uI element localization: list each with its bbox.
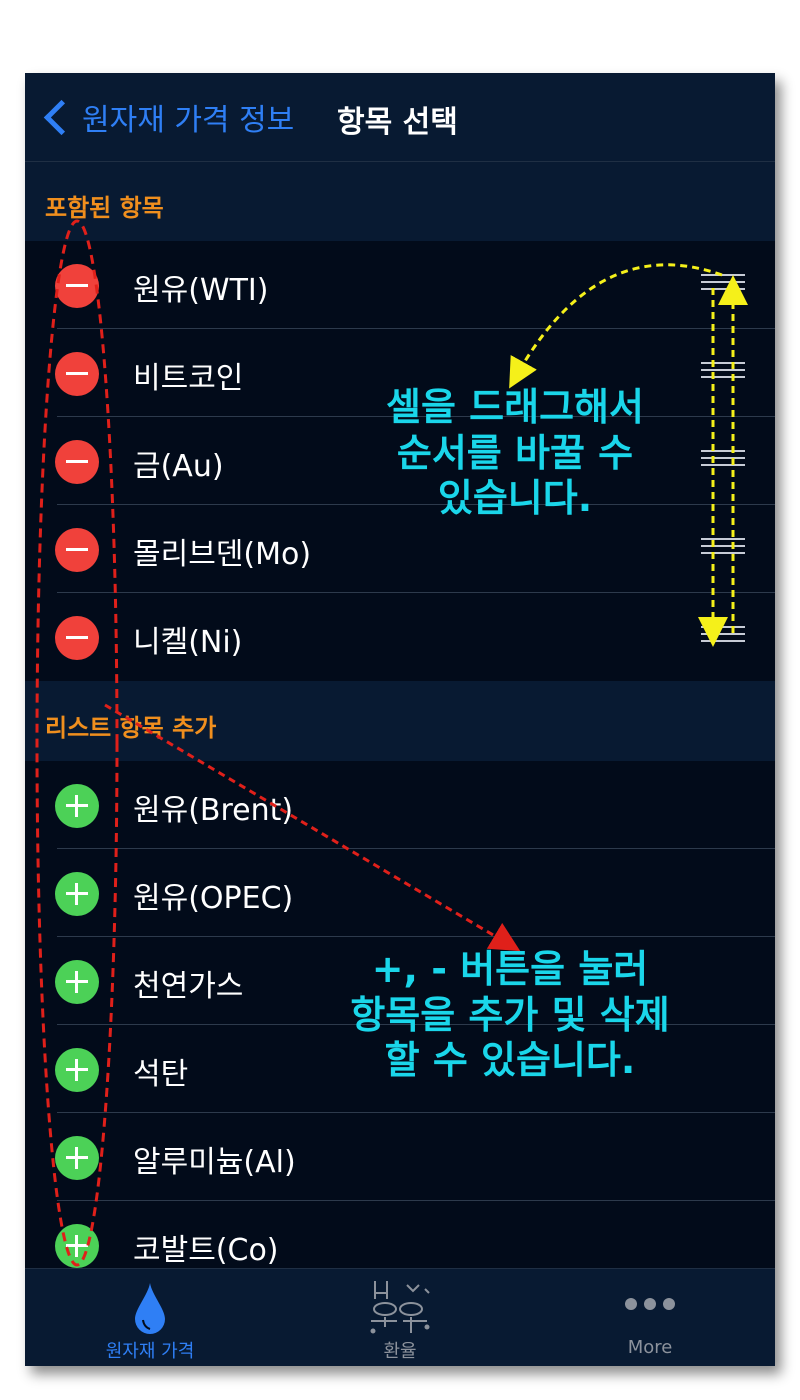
annotation-overlay (35, 219, 748, 1267)
annotation-drag-text: 셀을 드래그해서 순서를 바꿀 수 있습니다. (325, 385, 705, 522)
annotation-line: 셀을 드래그해서 (386, 385, 644, 429)
annotation-line: 할 수 있습니다. (384, 1038, 636, 1083)
phone-screen: 원자재 가격 정보 항목 선택 포함된 항목 원유(WTI) 비트코인 금(Au… (25, 73, 775, 1366)
annotation-arrow-red (104, 703, 521, 952)
annotation-buttons-text: +, - 버튼을 눌러 항목을 추가 및 삭제 할 수 있습니다. (295, 947, 725, 1084)
annotation-ellipse (35, 219, 119, 1267)
annotation-line: 항목을 추가 및 삭제 (350, 992, 670, 1037)
annotation-line: 있습니다. (437, 476, 593, 521)
annotation-arrow-curve (509, 263, 723, 389)
annotation-line: +, - 버튼을 눌러 (371, 947, 649, 991)
annotation-line: 순서를 바꿀 수 (396, 430, 634, 475)
